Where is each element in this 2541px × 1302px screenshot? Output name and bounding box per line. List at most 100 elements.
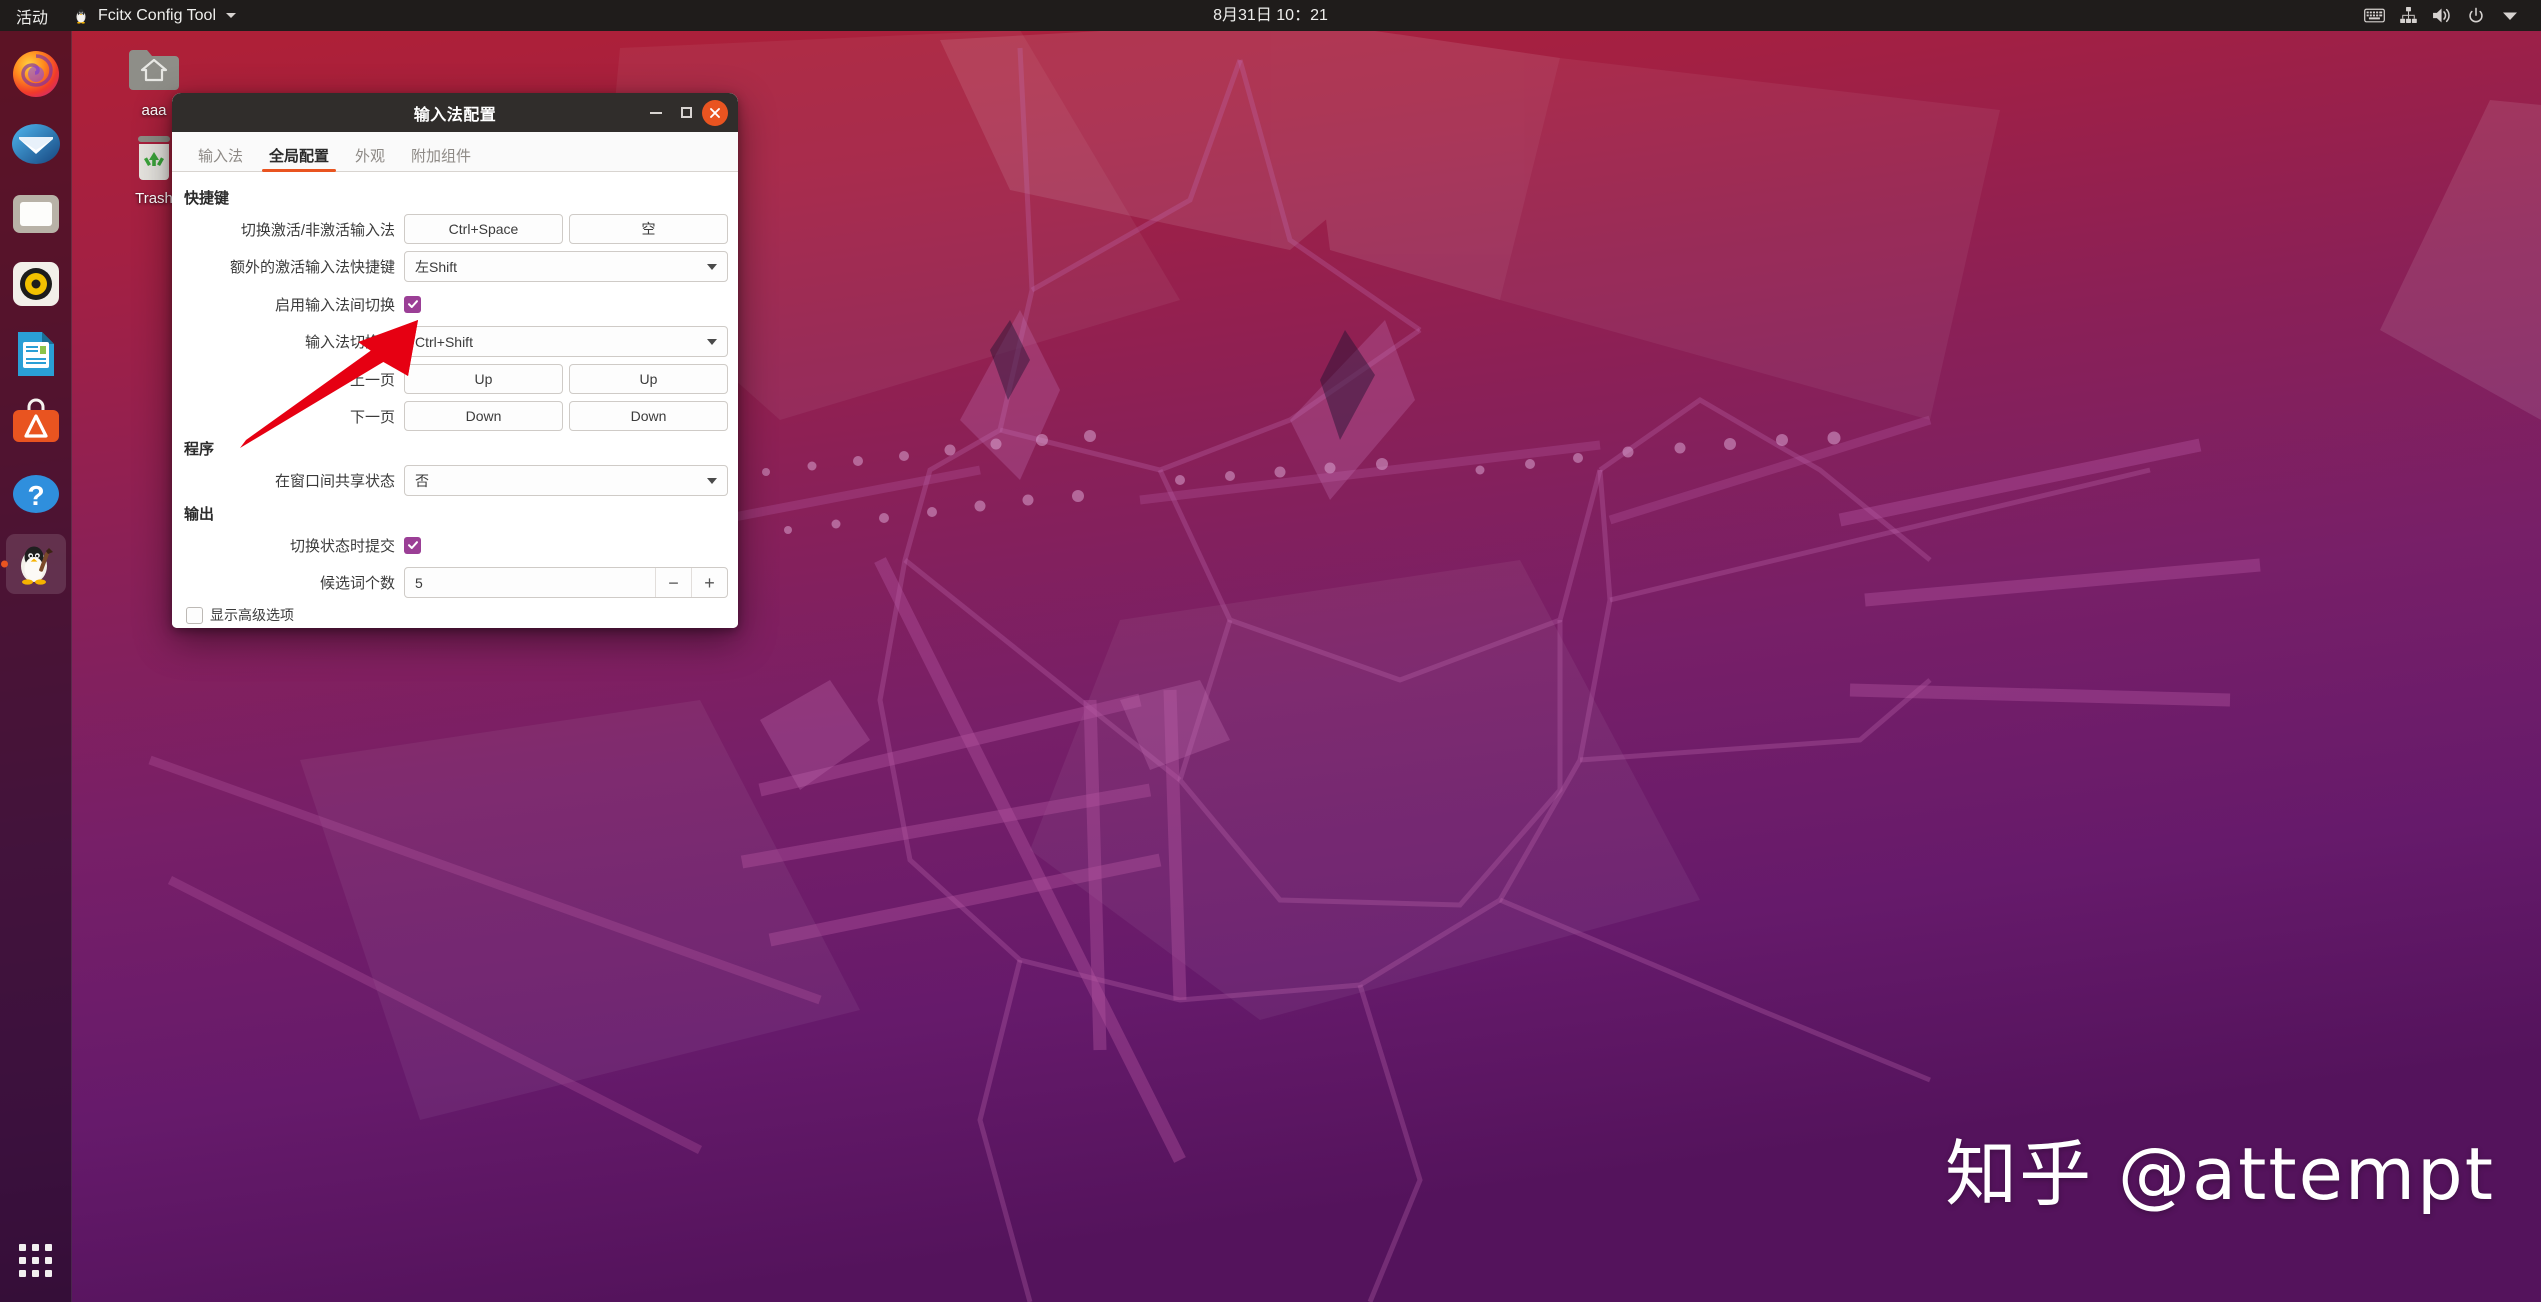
row-share-state: 在窗口间共享状态 否 — [182, 465, 728, 496]
dock: ? — [0, 31, 72, 1302]
dock-item-ubuntu-software[interactable] — [6, 394, 66, 454]
row-label: 切换激活/非激活输入法 — [240, 221, 395, 239]
show-advanced-checkbox[interactable] — [186, 606, 203, 624]
row-enable-im-switch: 启用输入法间切换 — [182, 289, 728, 319]
network-icon[interactable] — [2391, 0, 2425, 31]
grid-dot — [32, 1269, 39, 1277]
top-bar: 活动 Fcitx Config Tool 8月31日 10：21 — [0, 0, 2541, 31]
row-label: 候选词个数 — [319, 575, 395, 592]
chevron-down-icon — [707, 477, 717, 484]
spinner-increment-button[interactable]: + — [691, 568, 727, 597]
grid-dot — [19, 1243, 26, 1251]
extra-activate-hotkey-combobox[interactable]: 左Shift — [404, 251, 728, 282]
desktop-icon-label: Trash — [135, 190, 173, 207]
hotkey-button-secondary[interactable]: 空 — [569, 214, 728, 244]
row-fields: Ctrl+Shift — [404, 326, 728, 357]
close-icon — [710, 107, 720, 118]
row-label: 启用输入法间切换 — [274, 296, 395, 314]
power-icon[interactable] — [2459, 0, 2493, 31]
activities-button[interactable]: 活动 — [0, 4, 62, 28]
chevron-down-icon — [707, 338, 717, 345]
section-heading-program: 程序 — [184, 441, 215, 458]
watermark: 知乎 @attempt — [1945, 1132, 2495, 1216]
dock-item-libreoffice-writer[interactable] — [6, 324, 66, 384]
check-icon — [407, 541, 418, 549]
grid-dot — [32, 1256, 39, 1264]
check-icon — [407, 300, 418, 308]
grid-dot — [45, 1243, 52, 1251]
prev-page-button-primary[interactable]: Up — [404, 364, 563, 394]
clock-label: 8月31日 10：21 — [1213, 7, 1328, 24]
app-menu-label: Fcitx Config Tool — [98, 6, 216, 24]
row-label: 在窗口间共享状态 — [274, 473, 395, 490]
combobox-value: 否 — [415, 472, 429, 489]
maximize-icon — [680, 107, 692, 118]
minimize-button[interactable] — [642, 99, 670, 127]
row-prev-page: 上一页 Up Up — [182, 364, 728, 394]
dock-item-firefox[interactable] — [6, 44, 66, 104]
grid-dot — [19, 1269, 26, 1277]
system-tray — [2357, 0, 2541, 31]
row-fields: 否 — [404, 465, 728, 496]
grid-dot — [45, 1269, 52, 1277]
volume-icon[interactable] — [2425, 0, 2459, 31]
row-fields: 5 − + — [404, 567, 728, 598]
row-toggle-input-method: 切换激活/非激活输入法 Ctrl+Space 空 — [182, 214, 728, 244]
chevron-down-icon[interactable] — [2493, 0, 2527, 31]
dock-item-thunderbird[interactable] — [6, 114, 66, 174]
tab-appearance[interactable]: 外观 — [342, 149, 398, 171]
row-fields: Down Down — [404, 401, 728, 431]
enable-im-switch-checkbox[interactable] — [404, 295, 421, 313]
share-state-combobox[interactable]: 否 — [404, 465, 728, 496]
row-label: 输入法切换键 — [304, 334, 395, 351]
im-switch-key-combobox[interactable]: Ctrl+Shift — [404, 326, 728, 357]
penguin-icon — [76, 8, 86, 24]
grid-dot — [45, 1256, 52, 1264]
spinner-value: 5 — [415, 574, 423, 591]
tab-global-config[interactable]: 全局配置 — [256, 149, 342, 172]
grid-dot — [19, 1256, 26, 1264]
hotkey-button-primary[interactable]: Ctrl+Space — [404, 214, 563, 244]
desktop-icon-label: aaa — [141, 102, 167, 119]
dock-item-fcitx-config-tool[interactable] — [5, 534, 66, 594]
spinner-decrement-button[interactable]: − — [655, 568, 691, 597]
show-applications-button[interactable] — [6, 1230, 66, 1290]
dock-item-files[interactable] — [6, 184, 66, 244]
row-label: 下一页 — [349, 408, 395, 426]
show-advanced-label: 显示高级选项 — [210, 607, 294, 623]
commit-on-toggle-checkbox[interactable] — [404, 536, 421, 554]
tab-addons[interactable]: 附加组件 — [398, 149, 484, 171]
row-candidate-count: 候选词个数 5 − + — [182, 567, 728, 598]
app-menu-button[interactable]: Fcitx Config Tool — [62, 0, 246, 31]
maximize-button[interactable] — [672, 99, 700, 127]
window-controls — [642, 93, 728, 132]
fcitx-config-dialog: 输入法配置 输入法 全局配置 外观 附加组件 快捷键 切换激活/非激活输入法 C… — [172, 93, 738, 628]
row-next-page: 下一页 Down Down — [182, 401, 728, 431]
chevron-down-icon — [226, 13, 236, 18]
row-label: 上一页 — [349, 371, 395, 389]
dock-item-rhythmbox[interactable] — [6, 254, 66, 314]
dialog-title: 输入法配置 — [413, 106, 497, 124]
section-heading-output: 输出 — [184, 506, 215, 523]
candidate-count-spinner[interactable]: 5 − + — [404, 567, 728, 598]
desktop: 活动 Fcitx Config Tool 8月31日 10：21 ? aaa T… — [0, 0, 2541, 1302]
dialog-tabs: 输入法 全局配置 外观 附加组件 — [172, 132, 738, 172]
row-fields: Up Up — [404, 364, 728, 394]
row-fields: 左Shift — [404, 251, 728, 282]
tab-input-method[interactable]: 输入法 — [185, 149, 256, 171]
dialog-body: 快捷键 切换激活/非激活输入法 Ctrl+Space 空 额外的激活输入法快捷键… — [172, 172, 738, 628]
close-button[interactable] — [702, 99, 728, 126]
row-commit-on-toggle: 切换状态时提交 — [182, 530, 728, 560]
clock[interactable]: 8月31日 10：21 — [0, 0, 2541, 31]
row-fields: Ctrl+Space 空 — [404, 214, 728, 244]
row-extra-activate-hotkey: 额外的激活输入法快捷键 左Shift — [182, 251, 728, 282]
dialog-titlebar[interactable]: 输入法配置 — [172, 93, 738, 132]
grid-dot — [32, 1243, 39, 1251]
keyboard-icon[interactable] — [2357, 0, 2391, 31]
dock-item-help[interactable]: ? — [6, 464, 66, 524]
next-page-button-secondary[interactable]: Down — [569, 401, 728, 431]
row-label: 额外的激活输入法快捷键 — [229, 259, 395, 276]
next-page-button-primary[interactable]: Down — [404, 401, 563, 431]
prev-page-button-secondary[interactable]: Up — [569, 364, 728, 394]
section-heading-hotkey: 快捷键 — [184, 190, 230, 207]
